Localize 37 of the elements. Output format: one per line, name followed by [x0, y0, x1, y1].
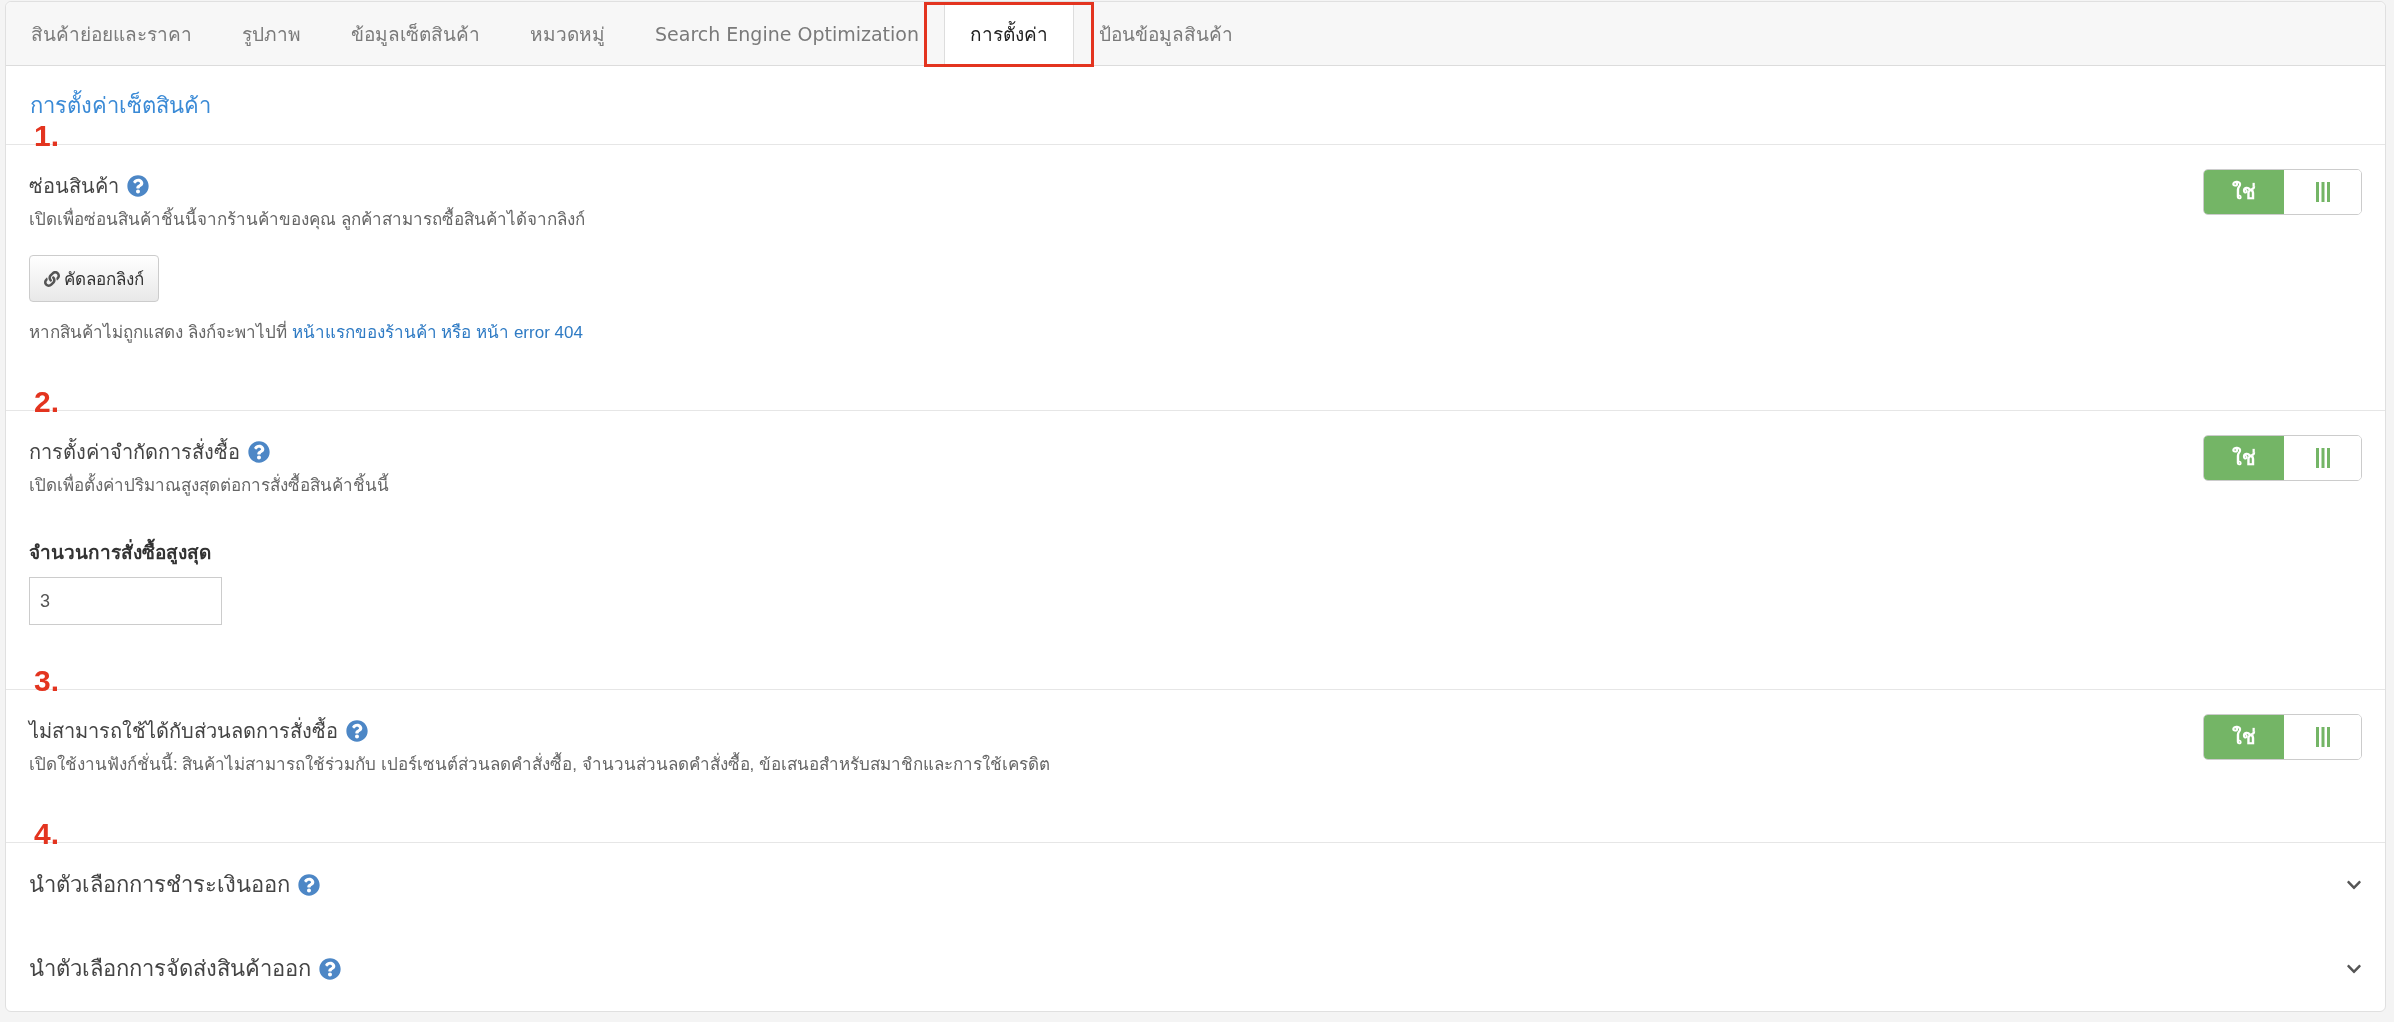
handle-icon — [2315, 448, 2330, 468]
panel-title: การตั้งค่าเซ็ตสินค้า — [30, 89, 211, 120]
step-number: 1. — [34, 121, 60, 151]
setting-description: เปิดเพื่อซ่อนสินค้าชิ้นนี้จากร้านค้าของคุณ ลูกค้าสามารถซื้อสินค้าได้จากลิงก์ — [29, 207, 585, 233]
help-icon[interactable] — [127, 175, 149, 197]
help-icon[interactable] — [248, 441, 270, 463]
tab[interactable]: การตั้งค่า — [944, 2, 1074, 65]
max-quantity-field[interactable]: 3 — [29, 577, 222, 625]
tab[interactable]: ป้อนข้อมูลสินค้า — [1074, 2, 1258, 65]
tab[interactable]: หมวดหมู่ — [505, 2, 630, 65]
redirect-link[interactable]: หน้าแรกของร้านค้า หรือ หน้า error 404 — [291, 323, 583, 342]
setting-description: เปิดเพื่อตั้งค่าปริมาณสูงสุดต่อการสั่งซื้อสินค้าชิ้นนี้ — [29, 473, 389, 499]
handle-icon — [2315, 182, 2330, 202]
help-icon[interactable] — [319, 958, 341, 980]
accordion-title[interactable]: นำตัวเลือกการชำระเงินออก — [29, 870, 290, 900]
redirect-note: หากสินค้าไม่ถูกแสดง ลิงก์จะพาไปที่ หน้าแรกของร้านค้า หรือ หน้า error 404 — [29, 320, 583, 346]
help-icon[interactable] — [346, 720, 368, 742]
tab[interactable]: รูปภาพ — [217, 2, 326, 65]
toggle-switch[interactable]: ใช่ — [2203, 714, 2362, 760]
copy-link-button[interactable]: คัดลอกลิงก์ — [29, 255, 159, 302]
accordion-title[interactable]: นำตัวเลือกการจัดส่งสินค้าออก — [29, 954, 311, 984]
tab[interactable]: ข้อมูลเซ็ตสินค้า — [326, 2, 505, 65]
setting-title: ซ่อนสินค้า — [29, 174, 119, 199]
step-number: 3. — [34, 666, 60, 696]
step-number: 4. — [34, 819, 60, 849]
setting-description: เปิดใช้งานฟังก์ชั่นนี้: สินค้าไม่สามารถใช้ร่วมกับ เปอร์เซนต์ส่วนลดคำสั่งซื้อ, จำนวนส่วนลดคำสั่งซื้อ, ข้อเสนอสำหรับสมาชิกและการใช้เครดิต — [29, 752, 1051, 778]
help-icon[interactable] — [298, 874, 320, 896]
tab[interactable]: สินค้าย่อยและราคา — [6, 2, 217, 65]
toggle-switch[interactable]: ใช่ — [2203, 169, 2362, 215]
link-icon — [44, 270, 60, 287]
setting-title: การตั้งค่าจำกัดการสั่งซื้อ — [29, 437, 240, 467]
tab[interactable]: Search Engine Optimization — [630, 2, 944, 65]
setting-title: ไม่สามารถใช้ได้กับส่วนลดการสั่งซื้อ — [29, 716, 338, 746]
step-number: 2. — [34, 387, 60, 417]
toggle-switch[interactable]: ใช่ — [2203, 435, 2362, 481]
field-label: จำนวนการสั่งซื้อสูงสุด — [29, 539, 211, 567]
handle-icon — [2315, 727, 2330, 747]
